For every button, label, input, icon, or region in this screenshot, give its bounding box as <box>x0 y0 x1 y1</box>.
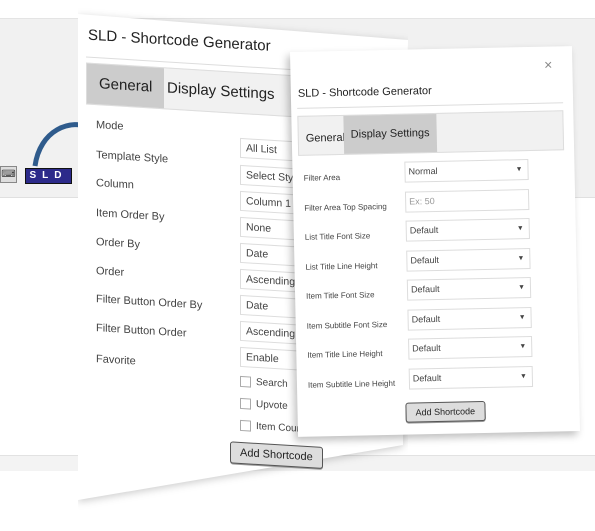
field-select[interactable]: Default ▼ <box>407 306 532 331</box>
chevron-down-icon[interactable]: ▼ <box>517 249 524 268</box>
field-label: Filter Button Order <box>96 322 187 340</box>
select-value: Default <box>410 283 440 295</box>
add-shortcode-button[interactable]: Add Shortcode <box>230 441 323 469</box>
add-shortcode-button[interactable]: Add Shortcode <box>405 400 486 423</box>
chevron-down-icon[interactable]: ▼ <box>515 160 523 179</box>
checkbox-label: Search <box>256 377 288 390</box>
field-label: Mode <box>96 119 124 133</box>
tab-general[interactable]: General <box>87 63 165 109</box>
dialog-title: SLD - Shortcode Generator <box>297 85 432 100</box>
checkbox-label: Upvote <box>256 399 288 412</box>
checkbox-box[interactable] <box>240 375 251 388</box>
checkbox-upvote[interactable]: Upvote <box>240 397 288 412</box>
close-icon[interactable]: × <box>544 57 553 73</box>
field-select[interactable]: Default ▼ <box>406 277 532 301</box>
field-select[interactable]: Normal ▼ <box>404 159 529 183</box>
divider <box>297 102 564 109</box>
field-label: Item Order By <box>96 207 165 224</box>
field-label: Favorite <box>96 353 136 368</box>
field-label: Order By <box>96 236 141 251</box>
field-text-input[interactable]: Ex: 50 <box>404 188 530 213</box>
tab-bar: General Display Settings <box>297 110 565 156</box>
checkbox-item-count[interactable]: Item Count <box>240 419 305 435</box>
field-label: Template Style <box>96 149 169 166</box>
field-label: List Title Font Size <box>304 231 371 242</box>
select-value: Default <box>411 313 441 325</box>
select-value: Default <box>412 372 442 383</box>
chevron-down-icon[interactable]: ▼ <box>517 219 524 238</box>
select-value: Default <box>410 254 440 266</box>
checkbox-search[interactable]: Search <box>240 375 288 390</box>
field-select[interactable]: Default ▼ <box>406 247 531 272</box>
field-select[interactable]: Default ▼ <box>408 335 533 360</box>
checkbox-box[interactable] <box>240 419 251 432</box>
front-dialog: × SLD - Shortcode Generator General Disp… <box>290 46 581 437</box>
field-label: Column <box>96 177 134 192</box>
placeholder: Ex: 50 <box>409 195 435 207</box>
field-label: Filter Area Top Spacing <box>304 201 387 213</box>
field-label: Item Subtitle Font Size <box>306 319 388 331</box>
select-value: Default <box>412 342 441 354</box>
tab-display-settings[interactable]: Display Settings <box>155 68 287 116</box>
field-label: Item Title Font Size <box>306 290 375 301</box>
field-label: List Title Line Height <box>305 260 378 272</box>
field-label: Item Title Line Height <box>307 349 383 360</box>
field-label: Filter Button Order By <box>96 293 203 312</box>
select-value: Normal <box>408 165 438 177</box>
field-select[interactable]: Default ▼ <box>408 365 534 390</box>
chevron-down-icon[interactable]: ▼ <box>518 308 526 327</box>
chevron-down-icon[interactable]: ▼ <box>520 367 527 386</box>
field-label: Filter Area <box>303 172 341 183</box>
chevron-down-icon[interactable]: ▼ <box>519 337 526 356</box>
field-label: Item Subtitle Line Height <box>307 378 396 390</box>
field-label: Order <box>96 265 125 279</box>
field-select[interactable]: Default ▼ <box>405 218 530 242</box>
checkbox-box[interactable] <box>240 397 251 410</box>
tab-display-settings[interactable]: Display Settings <box>343 113 438 154</box>
dialog-title: SLD - Shortcode Generator <box>88 26 271 55</box>
select-value: Default <box>409 224 439 236</box>
chevron-down-icon[interactable]: ▼ <box>518 278 525 297</box>
